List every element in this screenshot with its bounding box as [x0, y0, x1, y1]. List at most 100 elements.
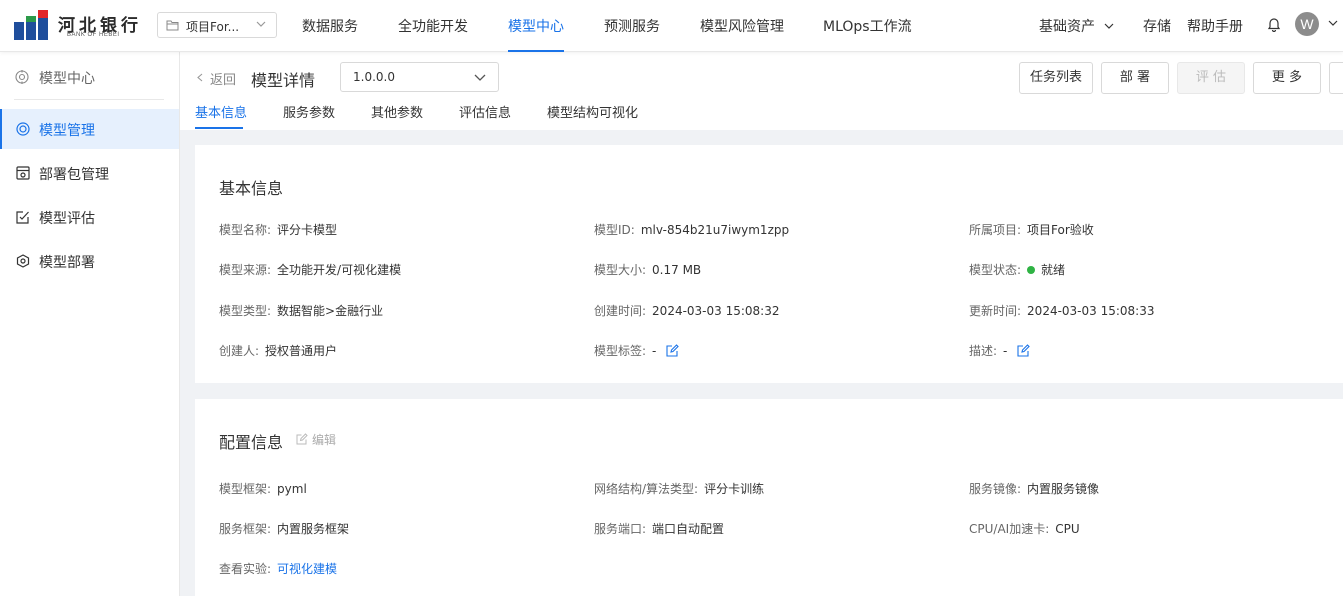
page-title: 模型详情 [251, 71, 316, 90]
sidebar-item-model-evaluation[interactable]: 模型评估 [0, 197, 179, 237]
sidebar-item-label: 模型管理 [39, 123, 95, 139]
model-icon [16, 122, 30, 136]
field-accelerator: CPU/AI加速卡: CPU [969, 520, 1080, 537]
nav-mlops[interactable]: MLOps工作流 [823, 16, 912, 36]
chevron-down-icon[interactable] [1328, 20, 1338, 26]
basic-info-card: 基本信息 模型名称: 评分卡模型 模型ID: mlv-854b21u7iwym1zp… [195, 145, 1343, 383]
bell-icon[interactable] [1267, 17, 1281, 32]
sidebar-item-label: 部署包管理 [39, 167, 109, 183]
edit-icon[interactable] [1017, 344, 1030, 357]
project-selector[interactable]: 项目For... [157, 12, 277, 38]
basic-info-title: 基本信息 [219, 179, 284, 198]
field-value: 内置服务镜像 [1027, 482, 1100, 496]
field-value: 评分卡训练 [704, 482, 765, 496]
field-label: 查看实验: [219, 562, 272, 576]
status-badge: 就绪 [1041, 263, 1066, 277]
config-info-card: 配置信息 编辑 模型框架: pyml 网络结构/算法类型: 评分卡训练 服务镜像: 内… [195, 399, 1343, 596]
field-value: mlv-854b21u7iwym1zpp [640, 223, 790, 237]
task-list-button[interactable]: 任务列表 [1019, 62, 1093, 94]
nav-data-service[interactable]: 数据服务 [302, 16, 358, 36]
field-framework: 模型框架: pyml [219, 480, 307, 497]
field-service-image: 服务镜像: 内置服务镜像 [969, 480, 1099, 497]
field-experiment: 查看实验: 可视化建模 [219, 560, 337, 577]
evaluate-button[interactable]: 评 估 [1177, 62, 1245, 94]
storage-link[interactable]: 存储 [1143, 16, 1171, 36]
help-link[interactable]: 帮助手册 [1187, 16, 1243, 36]
detail-tabs: 基本信息 服务参数 其他参数 评估信息 模型结构可视化 [180, 102, 1343, 130]
evaluate-icon [16, 211, 29, 224]
more-button[interactable]: 更 多 [1253, 62, 1321, 94]
field-label: 描述: [969, 344, 998, 358]
version-selector[interactable]: 1.0.0.0 [340, 62, 499, 92]
assets-menu[interactable]: 基础资产 [1039, 16, 1114, 36]
tab-basic-info[interactable]: 基本信息 [195, 102, 247, 121]
status-dot [1027, 266, 1036, 274]
field-model-source: 模型来源: 全功能开发/可视化建模 [219, 261, 401, 278]
field-updated-time: 更新时间: 2024-03-03 15:08:33 [969, 302, 1155, 319]
field-value: 数据智能>金融行业 [277, 304, 384, 318]
field-value: 0.17 MB [652, 263, 702, 277]
user-avatar[interactable]: W [1295, 12, 1319, 36]
field-value: - [652, 344, 657, 358]
field-value: 项目For验收 [1027, 223, 1094, 237]
config-edit-label: 编辑 [312, 433, 337, 447]
tab-other-params[interactable]: 其他参数 [371, 102, 423, 121]
nav-prediction-service[interactable]: 预测服务 [604, 16, 660, 36]
nav-active-indicator [508, 50, 564, 52]
config-edit-button[interactable]: 编辑 [296, 431, 336, 448]
edit-icon[interactable] [666, 344, 679, 357]
field-model-type: 模型类型: 数据智能>金融行业 [219, 302, 383, 319]
field-model-status: 模型状态: 就绪 [969, 261, 1065, 278]
field-value: 端口自动配置 [652, 522, 725, 536]
field-label: 创建时间: [594, 304, 647, 318]
folder-icon [166, 20, 179, 31]
bank-logo[interactable]: 河北银行 BANK OF HEBEI [14, 10, 138, 42]
chevron-left-icon [197, 73, 203, 82]
sidebar-item-model-management[interactable]: 模型管理 [0, 109, 179, 149]
experiment-link[interactable]: 可视化建模 [277, 562, 337, 576]
package-icon [16, 166, 30, 180]
field-model-id: 模型ID: mlv-854b21u7iwym1zpp [594, 221, 789, 238]
tab-model-structure[interactable]: 模型结构可视化 [547, 102, 638, 121]
tab-active-indicator [195, 127, 243, 129]
field-label: 创建人: [219, 344, 260, 358]
field-label: 模型框架: [219, 482, 272, 496]
field-value: - [1003, 344, 1008, 358]
assets-menu-label: 基础资产 [1039, 19, 1095, 35]
chevron-down-icon [1105, 23, 1114, 29]
field-label: 模型大小: [594, 263, 647, 277]
field-value: 评分卡模型 [277, 223, 338, 237]
field-creator: 创建人: 授权普通用户 [219, 342, 337, 359]
field-model-size: 模型大小: 0.17 MB [594, 261, 701, 278]
tab-evaluation-info[interactable]: 评估信息 [459, 102, 511, 121]
field-label: 模型名称: [219, 223, 272, 237]
page-header: 返回 模型详情 1.0.0.0 任务列表 部 署 评 估 更 多 基本信息 服务… [180, 52, 1343, 130]
field-value: CPU [1055, 522, 1080, 536]
sidebar-item-model-deployment[interactable]: 模型部署 [0, 241, 179, 281]
field-value: 2024-03-03 15:08:32 [652, 304, 780, 318]
field-value: 内置服务框架 [277, 522, 350, 536]
field-model-name: 模型名称: 评分卡模型 [219, 221, 337, 238]
field-label: 服务镜像: [969, 482, 1022, 496]
deploy-button[interactable]: 部 署 [1101, 62, 1169, 94]
sidebar-divider [14, 99, 164, 100]
nav-model-center[interactable]: 模型中心 [508, 16, 564, 36]
field-label: 模型来源: [219, 263, 272, 277]
tab-service-params[interactable]: 服务参数 [283, 102, 335, 121]
project-selector-value: 项目For... [186, 20, 240, 34]
field-value: 全功能开发/可视化建模 [277, 263, 402, 277]
field-value: pyml [277, 482, 307, 496]
sidebar-item-package-management[interactable]: 部署包管理 [0, 153, 179, 193]
field-label: 服务框架: [219, 522, 272, 536]
field-created-time: 创建时间: 2024-03-03 15:08:32 [594, 302, 780, 319]
sidebar-item-label: 模型部署 [39, 255, 95, 271]
field-label: CPU/AI加速卡: [969, 522, 1050, 536]
chevron-down-icon [474, 74, 486, 81]
field-label: 模型状态: [969, 263, 1022, 277]
nav-full-dev[interactable]: 全功能开发 [398, 16, 468, 36]
field-service-framework: 服务框架: 内置服务框架 [219, 520, 349, 537]
overflow-button[interactable] [1329, 62, 1343, 94]
field-value: 授权普通用户 [265, 344, 338, 358]
field-project: 所属项目: 项目For验收 [969, 221, 1094, 238]
nav-model-risk[interactable]: 模型风险管理 [700, 16, 784, 36]
